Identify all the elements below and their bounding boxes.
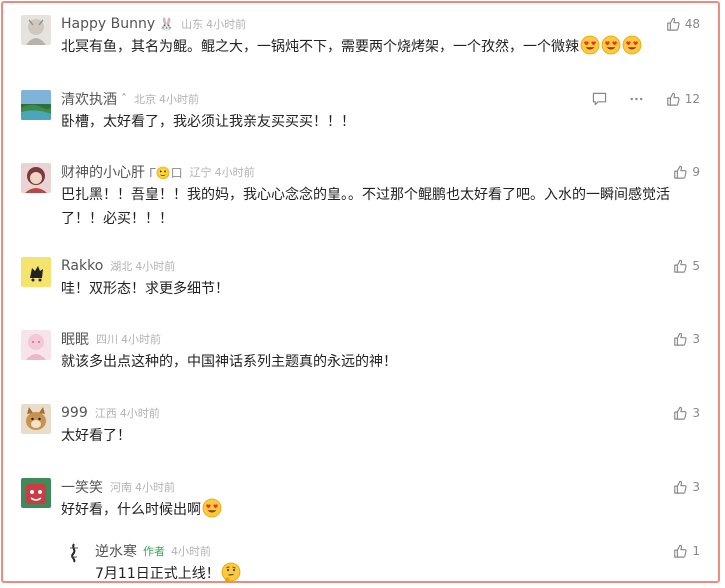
location: 山东 — [181, 18, 204, 31]
like-button[interactable]: 9 — [673, 165, 700, 179]
reply-button[interactable] — [592, 92, 607, 106]
comment-item: Happy Bunny 🐰 山东 4小时前 48 北冥有鱼，其名为鲲。鲲之大，一… — [3, 13, 718, 63]
comment-text: 卧槽，太好看了，我必须让我亲友买买买！！！ — [61, 114, 355, 130]
comment-item: Rakko 湖北 4小时前 5 哇！双形态！求更多细节！ — [3, 255, 718, 305]
comment-body: 好好看，什么时候出啊 — [61, 502, 201, 518]
username[interactable]: 999 — [61, 405, 88, 421]
user-badge: Γ🙂口 — [149, 165, 183, 180]
location: 河南 — [110, 481, 132, 494]
thumbs-up-icon — [674, 332, 687, 346]
avatar[interactable] — [21, 478, 51, 508]
comment-text: 北冥有鱼，其名为鲲。鲲之大，一锅炖不下，需要两个烧烤架，一个孜然，一个微辣 — [61, 35, 642, 59]
user-badge: 🐰 — [159, 17, 175, 31]
username[interactable]: 眠眠 — [61, 329, 89, 349]
thumbs-up-icon — [674, 259, 687, 273]
comment-item: 眠眠 四川 4小时前 3 就该多出点这种的，中国神话系列主题真的永远的神！ — [3, 328, 718, 378]
username[interactable]: 逆水寒 — [95, 541, 137, 561]
comment-text: 哇！双形态！求更多细节！ — [61, 281, 229, 297]
heart-eyes-emoji — [601, 35, 621, 55]
timestamp: 4小时前 — [171, 545, 211, 558]
reply-body: 7月11日正式上线！ — [95, 566, 220, 582]
avatar[interactable] — [21, 90, 51, 120]
like-count: 9 — [692, 165, 700, 179]
comment-list: Happy Bunny 🐰 山东 4小时前 48 北冥有鱼，其名为鲲。鲲之大，一… — [1, 1, 720, 583]
comment-text: 巴扎黑！！吾皇！！我的妈，我心心念念的皇。。不过那个鲲鹏也太好看了吧。入水的一瞬… — [61, 187, 670, 227]
heart-eyes-emoji — [622, 35, 642, 55]
thumbs-up-icon — [666, 17, 680, 31]
avatar[interactable] — [21, 257, 51, 287]
avatar[interactable] — [21, 163, 51, 193]
thinking-emoji — [221, 562, 241, 581]
like-count: 5 — [692, 259, 700, 273]
location: 四川 — [96, 333, 118, 346]
reply-text: 7月11日正式上线！ — [95, 562, 241, 582]
comment-item: 一笑笑 河南 4小时前 3 好好看，什么时候出啊 — [3, 476, 718, 526]
username[interactable]: 财神的小心肝 — [61, 162, 145, 182]
timestamp: 4小时前 — [119, 407, 160, 420]
comment-body: 北冥有鱼，其名为鲲。鲲之大，一锅炖不下，需要两个烧烤架，一个孜然，一个微辣 — [61, 39, 579, 55]
heart-eyes-emoji — [580, 35, 600, 55]
username[interactable]: 一笑笑 — [61, 477, 103, 497]
more-icon — [630, 97, 643, 101]
thumbs-up-icon — [674, 406, 687, 420]
like-count: 3 — [692, 406, 700, 420]
like-button[interactable]: 1 — [673, 544, 700, 558]
comment-item: 清欢执酒 ˆ 北京 4小时前 12 卧槽，太好看了，我必须让我亲友买买买！！！ — [3, 88, 718, 138]
comment-text: 太好看了！ — [61, 428, 131, 444]
heart-eyes-emoji — [202, 498, 222, 518]
comment-item: 财神的小心肝 Γ🙂口 辽宁 4小时前 9 巴扎黑！！吾皇！！我的妈，我心心念念的… — [3, 161, 718, 235]
timestamp: 4小时前 — [135, 481, 175, 494]
location: 江西 — [94, 407, 117, 420]
thumbs-up-icon — [674, 544, 687, 558]
like-count: 48 — [684, 17, 700, 31]
like-count: 3 — [692, 332, 700, 346]
username[interactable]: 清欢执酒 — [61, 89, 117, 109]
location: 北京 — [134, 93, 156, 106]
user-badge: ˆ — [121, 92, 127, 106]
like-button[interactable]: 3 — [673, 480, 700, 494]
like-button[interactable]: 3 — [673, 332, 700, 346]
timestamp: 4小时前 — [214, 166, 255, 179]
comment-icon — [592, 92, 606, 106]
like-count: 3 — [692, 480, 700, 494]
comment-item: 999 江西 4小时前 3 太好看了！ — [3, 402, 718, 452]
location: 湖北 — [110, 260, 133, 273]
more-button[interactable] — [629, 92, 644, 106]
thumbs-up-icon — [674, 480, 687, 494]
like-button[interactable]: 5 — [673, 259, 700, 273]
like-button[interactable]: 48 — [666, 17, 700, 31]
thumbs-up-icon — [666, 92, 680, 106]
avatar[interactable] — [21, 330, 51, 360]
like-count: 12 — [684, 92, 700, 106]
avatar[interactable] — [21, 15, 51, 45]
avatar[interactable] — [21, 404, 51, 434]
comment-text: 好好看，什么时候出啊 — [61, 498, 222, 522]
author-tag: 作者 — [143, 545, 165, 558]
timestamp: 4小时前 — [121, 333, 161, 346]
like-button[interactable]: 3 — [673, 406, 700, 420]
reply-item: 逆水寒 作者 4小时前 1 7月11日正式上线！ — [3, 540, 718, 582]
like-button[interactable]: 12 — [666, 92, 700, 106]
comment-text: 就该多出点这种的，中国神话系列主题真的永远的神！ — [61, 354, 397, 370]
timestamp: 4小时前 — [135, 260, 176, 273]
username[interactable]: Happy Bunny — [61, 16, 155, 32]
thumbs-up-icon — [674, 165, 687, 179]
author-avatar[interactable] — [63, 542, 85, 564]
location: 辽宁 — [189, 166, 212, 179]
timestamp: 4小时前 — [159, 93, 199, 106]
username[interactable]: Rakko — [61, 258, 103, 274]
like-count: 1 — [692, 544, 700, 558]
timestamp: 4小时前 — [206, 18, 247, 31]
